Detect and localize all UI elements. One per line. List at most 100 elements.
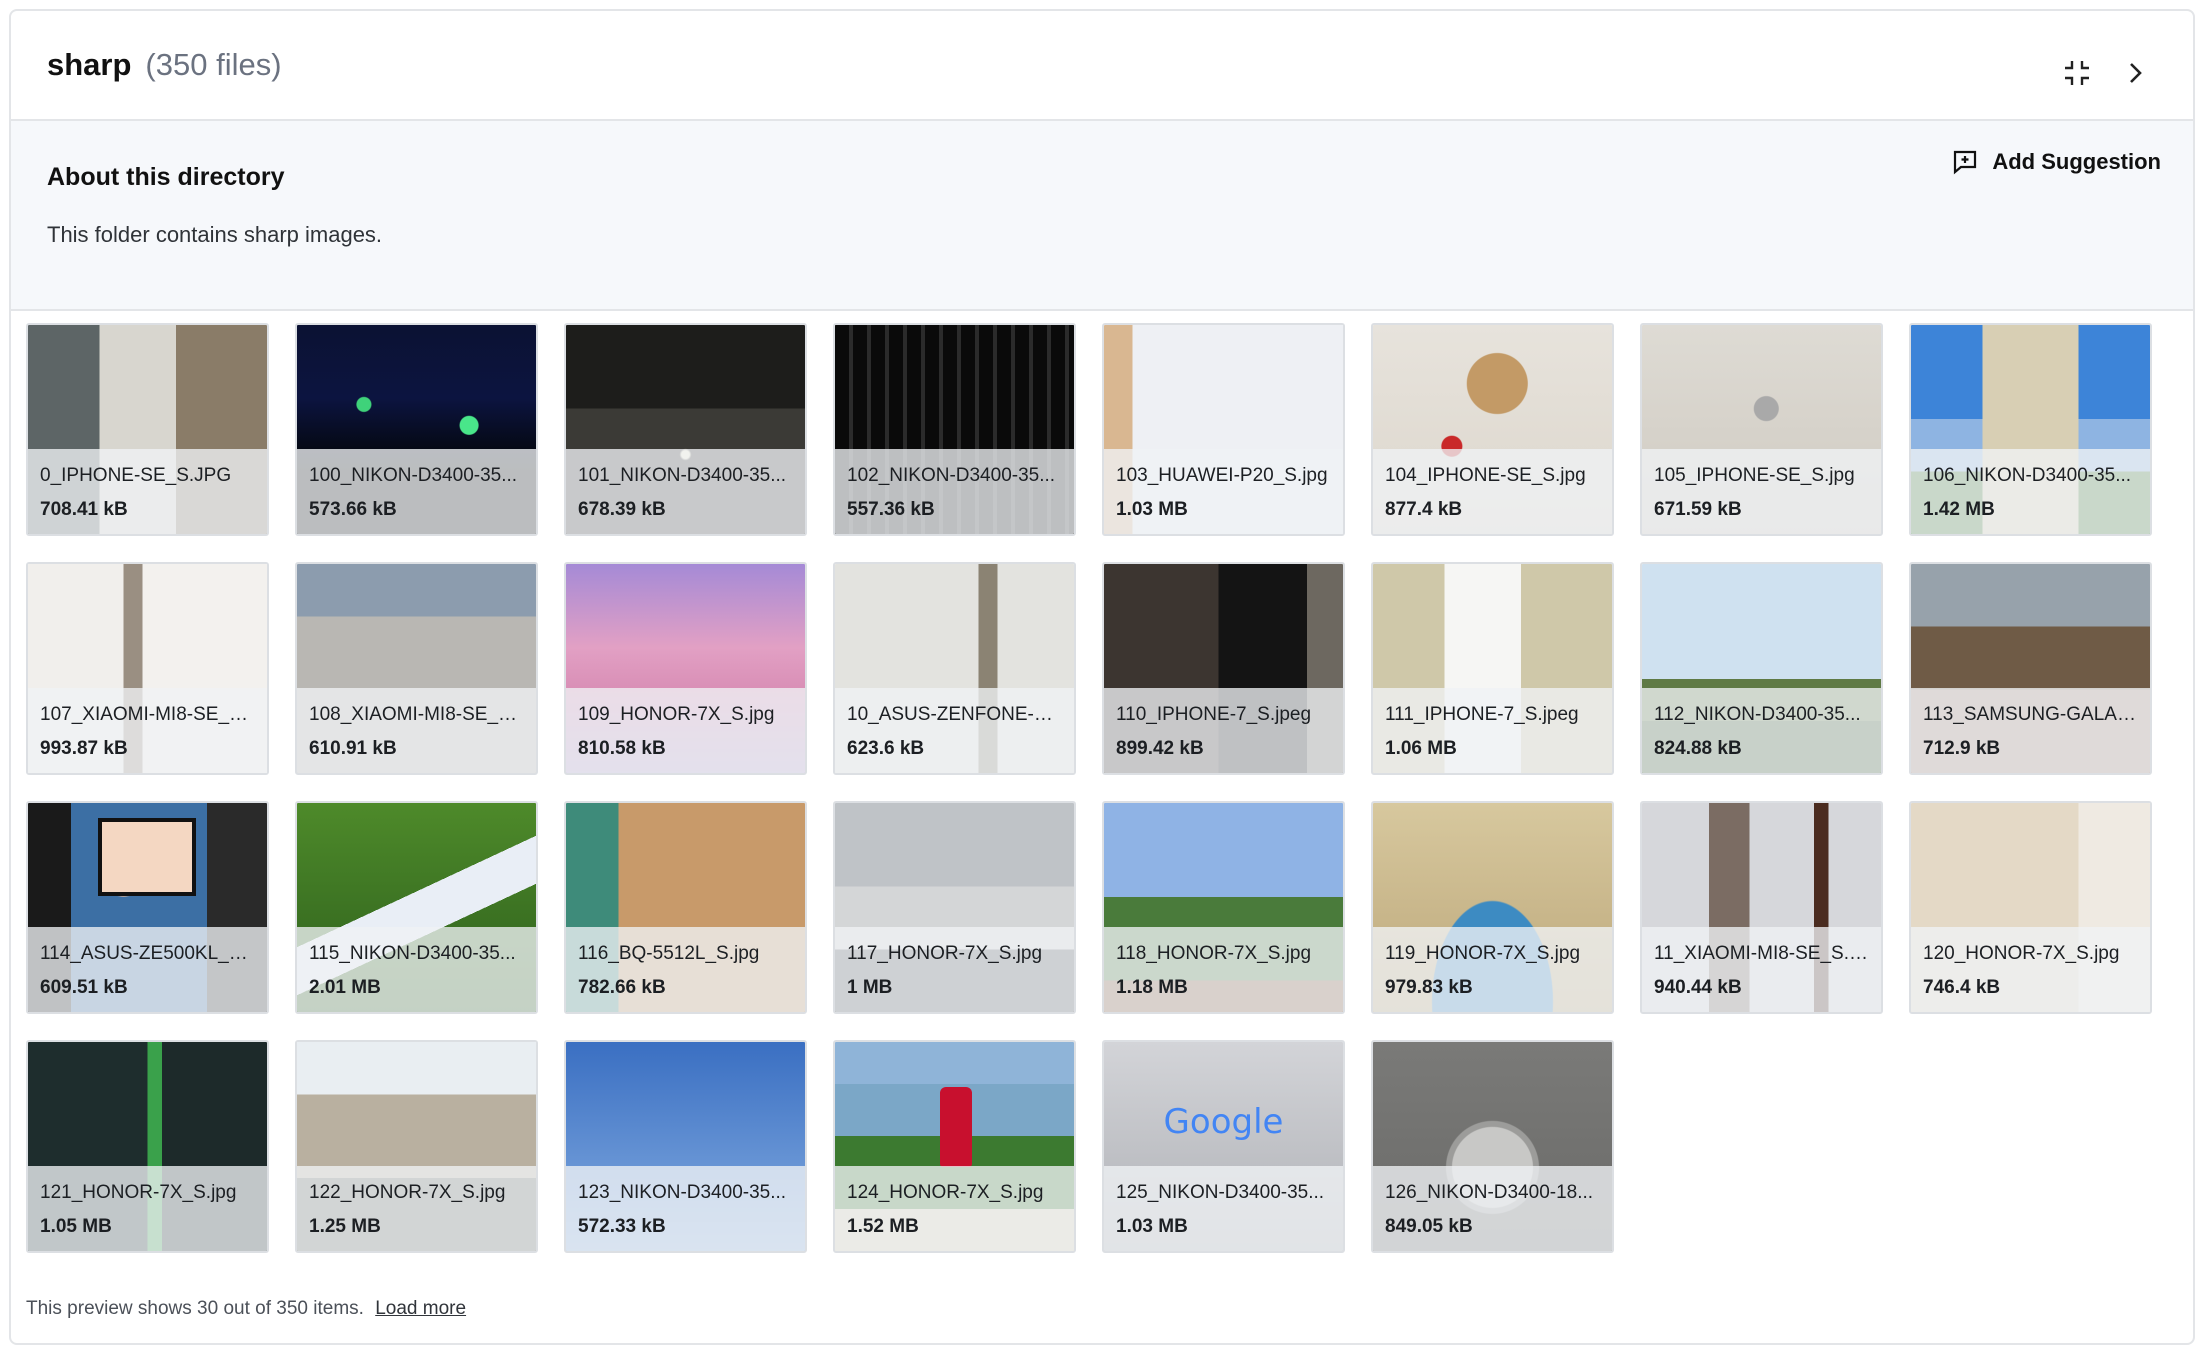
file-card[interactable]: 10_ASUS-ZENFONE-LI... 623.6 kB [833,562,1076,775]
add-suggestion-button[interactable]: Add Suggestion [1952,149,2161,175]
file-card[interactable]: 103_HUAWEI-P20_S.jpg 1.03 MB [1102,323,1345,536]
file-meta: 124_HONOR-7X_S.jpg 1.52 MB [835,1166,1074,1251]
file-card[interactable]: 100_NIKON-D3400-35... 573.66 kB [295,323,538,536]
file-name: 11_XIAOMI-MI8-SE_S.jpg [1654,943,1869,964]
collapse-button[interactable] [2059,55,2095,91]
file-meta: 114_ASUS-ZE500KL_S.... 609.51 kB [28,927,267,1012]
file-name: 110_IPHONE-7_S.jpeg [1116,704,1312,725]
tv-screen [98,818,196,896]
file-card[interactable]: 11_XIAOMI-MI8-SE_S.jpg 940.44 kB [1640,801,1883,1014]
file-meta: 108_XIAOMI-MI8-SE_S... 610.91 kB [297,688,536,773]
file-meta: 102_NIKON-D3400-35... 557.36 kB [835,449,1074,534]
file-name: 115_NIKON-D3400-35... [309,943,516,964]
file-meta: 111_IPHONE-7_S.jpeg 1.06 MB [1373,688,1612,773]
file-size: 610.91 kB [309,738,397,759]
file-meta: 115_NIKON-D3400-35... 2.01 MB [297,927,536,1012]
file-size: 746.4 kB [1923,977,2001,998]
header-actions [2059,55,2153,91]
file-card[interactable]: 0_IPHONE-SE_S.JPG 708.41 kB [26,323,269,536]
file-card[interactable]: Google 125_NIKON-D3400-35... 1.03 MB [1102,1040,1345,1253]
file-card[interactable]: 126_NIKON-D3400-18... 849.05 kB [1371,1040,1614,1253]
file-size: 678.39 kB [578,499,666,520]
file-meta: 110_IPHONE-7_S.jpeg 899.42 kB [1104,688,1343,773]
file-name: 111_IPHONE-7_S.jpeg [1385,704,1579,725]
file-meta: 118_HONOR-7X_S.jpg 1.18 MB [1104,927,1343,1012]
comment-plus-icon [1954,150,1977,175]
file-name: 104_IPHONE-SE_S.jpg [1385,465,1586,486]
file-size: 993.87 kB [40,738,128,759]
preview-footer: This preview shows 30 out of 350 items. … [26,1298,466,1320]
file-size: 849.05 kB [1385,1216,1473,1237]
file-card[interactable]: 110_IPHONE-7_S.jpeg 899.42 kB [1102,562,1345,775]
file-card[interactable]: 116_BQ-5512L_S.jpg 782.66 kB [564,801,807,1014]
file-name: 10_ASUS-ZENFONE-LI... [847,704,1062,725]
file-card[interactable]: 122_HONOR-7X_S.jpg 1.25 MB [295,1040,538,1253]
file-meta: 125_NIKON-D3400-35... 1.03 MB [1104,1166,1343,1251]
collapse-icon [2065,61,2089,85]
file-name: 125_NIKON-D3400-35... [1116,1182,1325,1203]
file-name: 119_HONOR-7X_S.jpg [1385,943,1581,964]
directory-title: sharp [47,47,132,82]
file-card[interactable]: 124_HONOR-7X_S.jpg 1.52 MB [833,1040,1076,1253]
file-card[interactable]: 106_NIKON-D3400-35... 1.42 MB [1909,323,2152,536]
file-card[interactable]: 117_HONOR-7X_S.jpg 1 MB [833,801,1076,1014]
file-meta: 122_HONOR-7X_S.jpg 1.25 MB [297,1166,536,1251]
file-meta: 107_XIAOMI-MI8-SE_S.... 993.87 kB [28,688,267,773]
file-card[interactable]: 111_IPHONE-7_S.jpeg 1.06 MB [1371,562,1614,775]
file-card[interactable]: 115_NIKON-D3400-35... 2.01 MB [295,801,538,1014]
file-meta: 103_HUAWEI-P20_S.jpg 1.03 MB [1104,449,1343,534]
google-logo-text: Google [1104,1102,1343,1142]
preview-info: This preview shows 30 out of 350 items. [26,1298,364,1319]
about-description: This folder contains sharp images. [47,222,383,247]
file-card[interactable]: 108_XIAOMI-MI8-SE_S... 610.91 kB [295,562,538,775]
file-size: 712.9 kB [1923,738,2001,759]
file-card[interactable]: 113_SAMSUNG-GALAX... 712.9 kB [1909,562,2152,775]
file-meta: 0_IPHONE-SE_S.JPG 708.41 kB [28,449,267,534]
file-size: 1.18 MB [1116,977,1188,998]
file-name: 105_IPHONE-SE_S.jpg [1654,465,1855,486]
load-more-link[interactable]: Load more [375,1298,466,1319]
file-card[interactable]: 119_HONOR-7X_S.jpg 979.83 kB [1371,801,1614,1014]
file-size: 1 MB [847,977,893,998]
file-name: 0_IPHONE-SE_S.JPG [40,465,232,486]
file-name: 118_HONOR-7X_S.jpg [1116,943,1312,964]
file-card[interactable]: 102_NIKON-D3400-35... 557.36 kB [833,323,1076,536]
about-title: About this directory [47,163,285,191]
directory-header: sharp (350 files) [11,11,2193,121]
file-name: 114_ASUS-ZE500KL_S.... [40,943,255,964]
file-card[interactable]: 123_NIKON-D3400-35... 572.33 kB [564,1040,807,1253]
file-size: 1.05 MB [40,1216,112,1237]
file-name: 106_NIKON-D3400-35... [1923,465,2132,486]
file-count: (350 files) [145,47,282,82]
file-name: 122_HONOR-7X_S.jpg [309,1182,506,1203]
file-size: 557.36 kB [847,499,935,520]
file-card[interactable]: 107_XIAOMI-MI8-SE_S.... 993.87 kB [26,562,269,775]
file-card[interactable]: 109_HONOR-7X_S.jpg 810.58 kB [564,562,807,775]
file-meta: 121_HONOR-7X_S.jpg 1.05 MB [28,1166,267,1251]
file-meta: 10_ASUS-ZENFONE-LI... 623.6 kB [835,688,1074,773]
file-meta: 109_HONOR-7X_S.jpg 810.58 kB [566,688,805,773]
file-card[interactable]: 121_HONOR-7X_S.jpg 1.05 MB [26,1040,269,1253]
file-meta: 112_NIKON-D3400-35... 824.88 kB [1642,688,1881,773]
file-size: 572.33 kB [578,1216,666,1237]
file-card[interactable]: 120_HONOR-7X_S.jpg 746.4 kB [1909,801,2152,1014]
file-size: 810.58 kB [578,738,666,759]
file-card[interactable]: 105_IPHONE-SE_S.jpg 671.59 kB [1640,323,1883,536]
file-card[interactable]: 101_NIKON-D3400-35... 678.39 kB [564,323,807,536]
next-button[interactable] [2117,55,2153,91]
file-size: 782.66 kB [578,977,666,998]
file-size: 1.25 MB [309,1216,381,1237]
file-card[interactable]: 104_IPHONE-SE_S.jpg 877.4 kB [1371,323,1614,536]
file-card[interactable]: 118_HONOR-7X_S.jpg 1.18 MB [1102,801,1345,1014]
file-meta: 113_SAMSUNG-GALAX... 712.9 kB [1911,688,2150,773]
file-name: 113_SAMSUNG-GALAX... [1923,704,2138,725]
file-meta: 120_HONOR-7X_S.jpg 746.4 kB [1911,927,2150,1012]
file-name: 101_NIKON-D3400-35... [578,465,787,486]
file-size: 1.03 MB [1116,1216,1188,1237]
file-meta: 117_HONOR-7X_S.jpg 1 MB [835,927,1074,1012]
file-name: 103_HUAWEI-P20_S.jpg [1116,465,1328,486]
file-grid: 0_IPHONE-SE_S.JPG 708.41 kB 100_NIKON-D34… [26,323,2152,1253]
file-card[interactable]: 112_NIKON-D3400-35... 824.88 kB [1640,562,1883,775]
file-card[interactable]: 114_ASUS-ZE500KL_S.... 609.51 kB [26,801,269,1014]
file-meta: 126_NIKON-D3400-18... 849.05 kB [1373,1166,1612,1251]
